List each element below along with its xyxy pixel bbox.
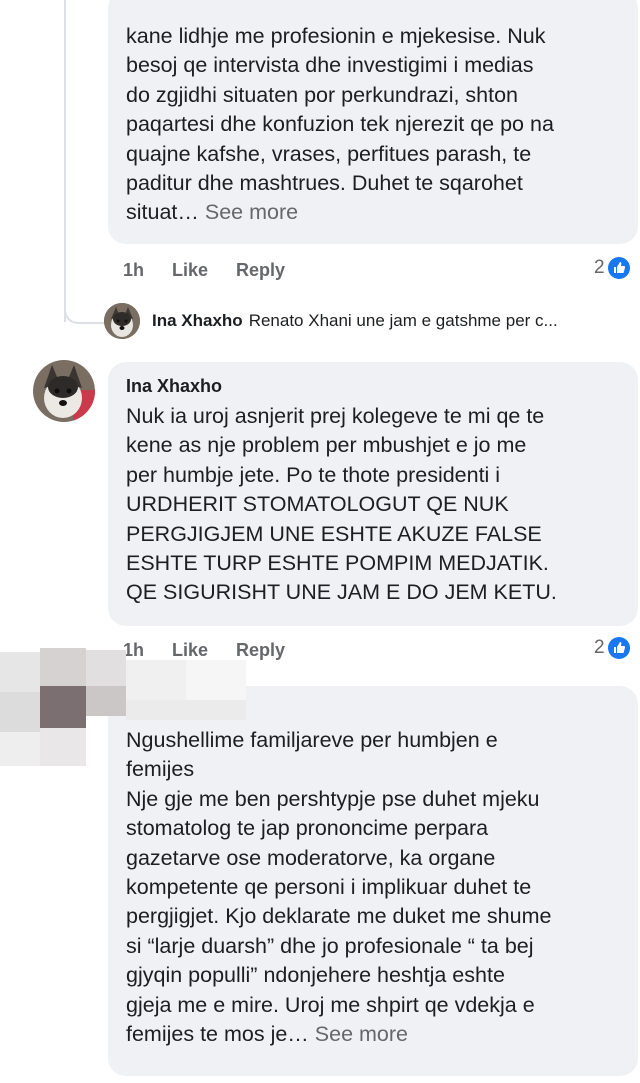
avatar <box>104 303 140 339</box>
see-more-link[interactable]: See more <box>315 1022 408 1046</box>
comment-author[interactable]: Ina Xhaxho <box>126 374 622 398</box>
reply-button[interactable]: Reply <box>236 640 285 661</box>
avatar[interactable] <box>33 360 95 422</box>
comment-actions-2: 1h Like Reply <box>123 640 313 661</box>
comment-text-1: kane lidhje me profesionin e mjekesise. … <box>126 24 554 225</box>
comment-text-2: Nuk ia uroj asnjerit prej kolegeve te mi… <box>126 404 557 605</box>
reaction-count-1[interactable]: 2 <box>594 257 630 279</box>
like-button[interactable]: Like <box>172 260 208 281</box>
reaction-number: 2 <box>594 637 605 658</box>
reply-preview[interactable]: Ina Xhaxho Renato Xhani une jam e gatshm… <box>104 303 640 339</box>
thread-line <box>64 0 66 322</box>
like-button[interactable]: Like <box>172 640 208 661</box>
comment-time[interactable]: 1h <box>123 640 144 661</box>
see-more-link[interactable]: See more <box>205 200 298 224</box>
comment-text-3: Ngushellime familjareve per humbjen e fe… <box>126 728 552 1047</box>
thumbs-up-icon <box>607 637 630 659</box>
reply-author[interactable]: Ina Xhaxho <box>152 311 243 331</box>
comment-actions-1: 1h Like Reply <box>123 260 313 281</box>
thumbs-up-icon <box>607 257 630 279</box>
comment-bubble-2: Ina Xhaxho Nuk ia uroj asnjerit prej kol… <box>108 362 638 626</box>
reply-button[interactable]: Reply <box>236 260 285 281</box>
comment-time[interactable]: 1h <box>123 260 144 281</box>
comment-bubble-3: Ngushellime familjareve per humbjen e fe… <box>108 686 638 1076</box>
thread-connector <box>64 290 104 324</box>
reply-snippet: Renato Xhani une jam e gatshme per c... <box>248 311 558 330</box>
comment-bubble-1: kane lidhje me profesionin e mjekesise. … <box>108 0 638 244</box>
reaction-number: 2 <box>594 257 605 278</box>
reaction-count-2[interactable]: 2 <box>594 637 630 659</box>
